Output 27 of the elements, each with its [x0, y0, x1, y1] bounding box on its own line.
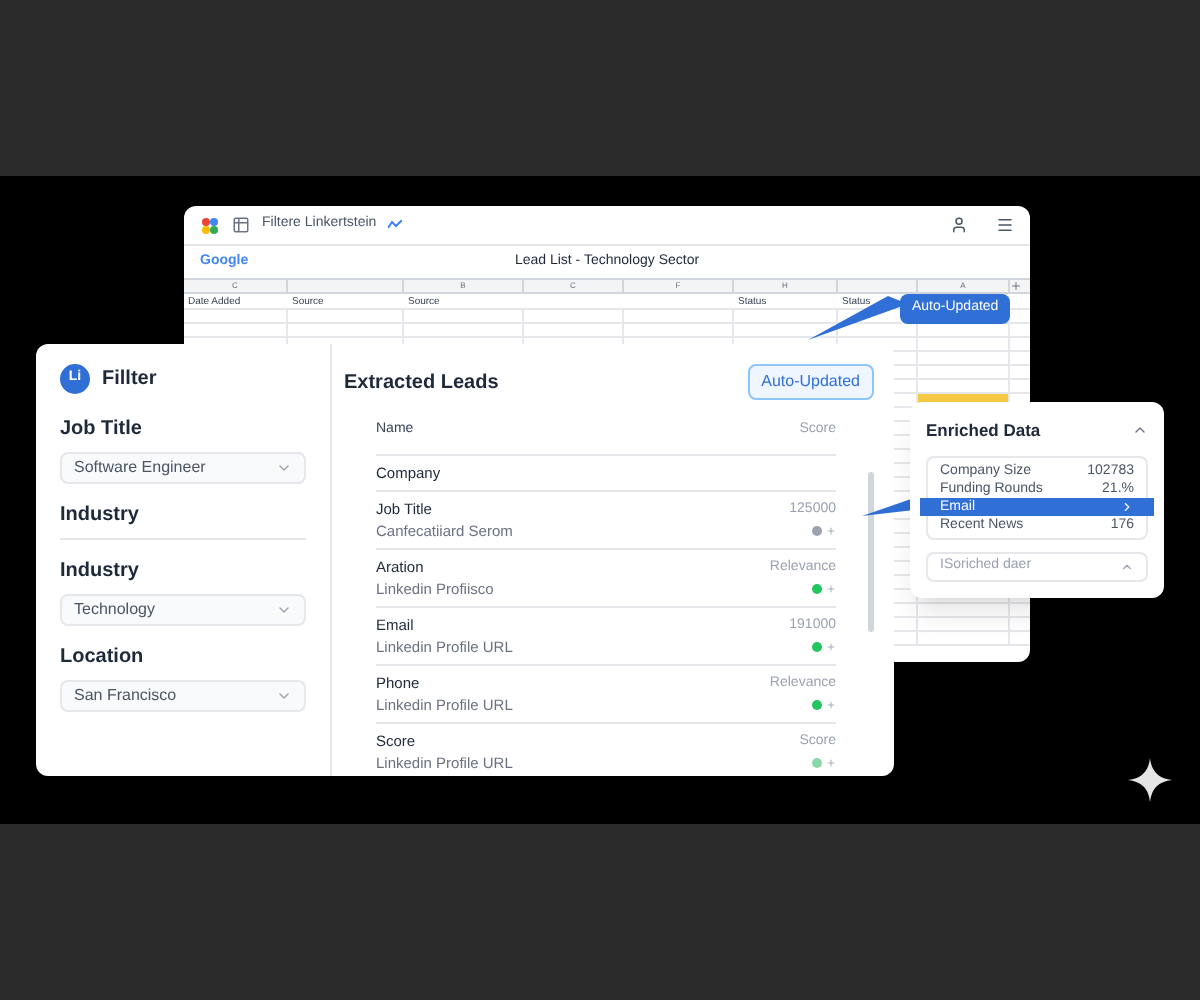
field-label: Job Title	[60, 416, 144, 444]
add-column-icon[interactable]	[1010, 280, 1022, 292]
section-heading: Industry	[60, 500, 306, 540]
menu-icon[interactable]	[996, 216, 1014, 234]
chevron-icon	[1120, 559, 1134, 574]
chevron-icon	[1120, 499, 1134, 514]
plus-icon[interactable]	[826, 757, 836, 767]
plus-icon[interactable]	[826, 525, 836, 535]
panel-title: Extracted Leads	[344, 369, 499, 397]
panel-title: Fillter	[102, 366, 157, 394]
sheet-icon	[232, 216, 250, 234]
plus-icon[interactable]	[826, 699, 836, 709]
plus-icon[interactable]	[826, 641, 836, 651]
dropdown[interactable]: Software Engineer	[60, 452, 306, 484]
chevron-icon	[276, 688, 292, 704]
logo-icon	[200, 215, 220, 235]
dropdown[interactable]: Technology	[60, 594, 306, 626]
user-icon[interactable]	[950, 216, 968, 234]
scrollbar[interactable]	[868, 472, 874, 632]
plus-icon[interactable]	[826, 583, 836, 593]
field-label: Industry	[60, 558, 141, 586]
dropdown[interactable]: San Francisco	[60, 680, 306, 712]
field-label: Location	[60, 644, 146, 672]
card-title: Enriched Data	[926, 418, 1041, 444]
chevron-icon	[276, 602, 292, 618]
chevron-icon	[276, 460, 292, 476]
auto-updated-badge: Auto-Updated	[747, 364, 874, 400]
